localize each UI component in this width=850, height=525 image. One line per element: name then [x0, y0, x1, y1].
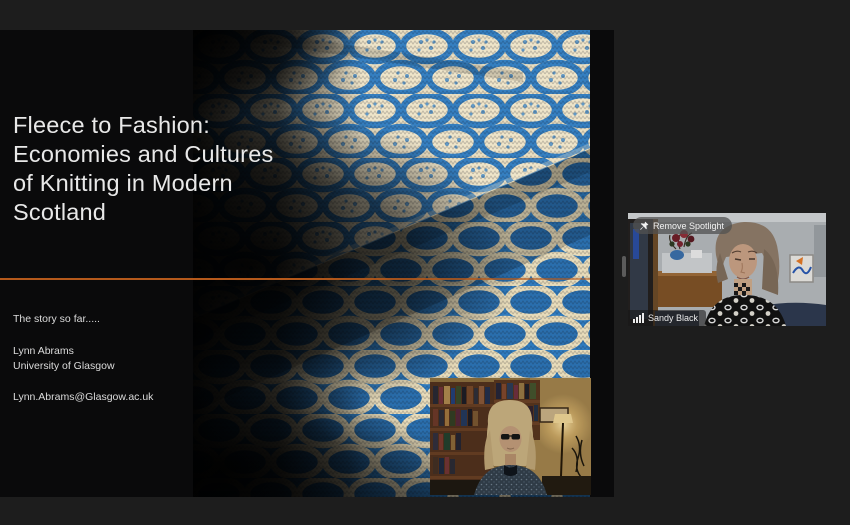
slide-subtitle: The story so far..... — [13, 313, 100, 325]
shared-screen-slide: Fleece to Fashion: Economies and Culture… — [0, 30, 614, 497]
video-strip-scrollbar[interactable] — [622, 256, 626, 277]
remove-spotlight-button[interactable]: Remove Spotlight — [633, 217, 733, 234]
slide-author: Lynn Abrams — [13, 345, 74, 357]
participant-name-label: Sandy Black — [648, 313, 699, 323]
participant-name-tag: Sandy Black — [628, 310, 707, 326]
audio-level-icon — [633, 313, 644, 323]
meeting-window: Fleece to Fashion: Economies and Culture… — [0, 0, 850, 525]
slide-email: Lynn.Abrams@Glasgow.ac.uk — [13, 391, 154, 403]
presenter-video-tile[interactable] — [430, 378, 591, 495]
spotlight-video-tile[interactable]: Remove Spotlight Sandy Black — [628, 213, 826, 326]
remove-spotlight-label: Remove Spotlight — [653, 220, 725, 231]
slide-title: Fleece to Fashion: Economies and Culture… — [13, 112, 274, 225]
pin-icon — [639, 221, 649, 231]
slide-accent-line — [0, 278, 590, 280]
presenter-video-frame — [430, 378, 591, 495]
slide-affiliation: University of Glasgow — [13, 360, 115, 372]
